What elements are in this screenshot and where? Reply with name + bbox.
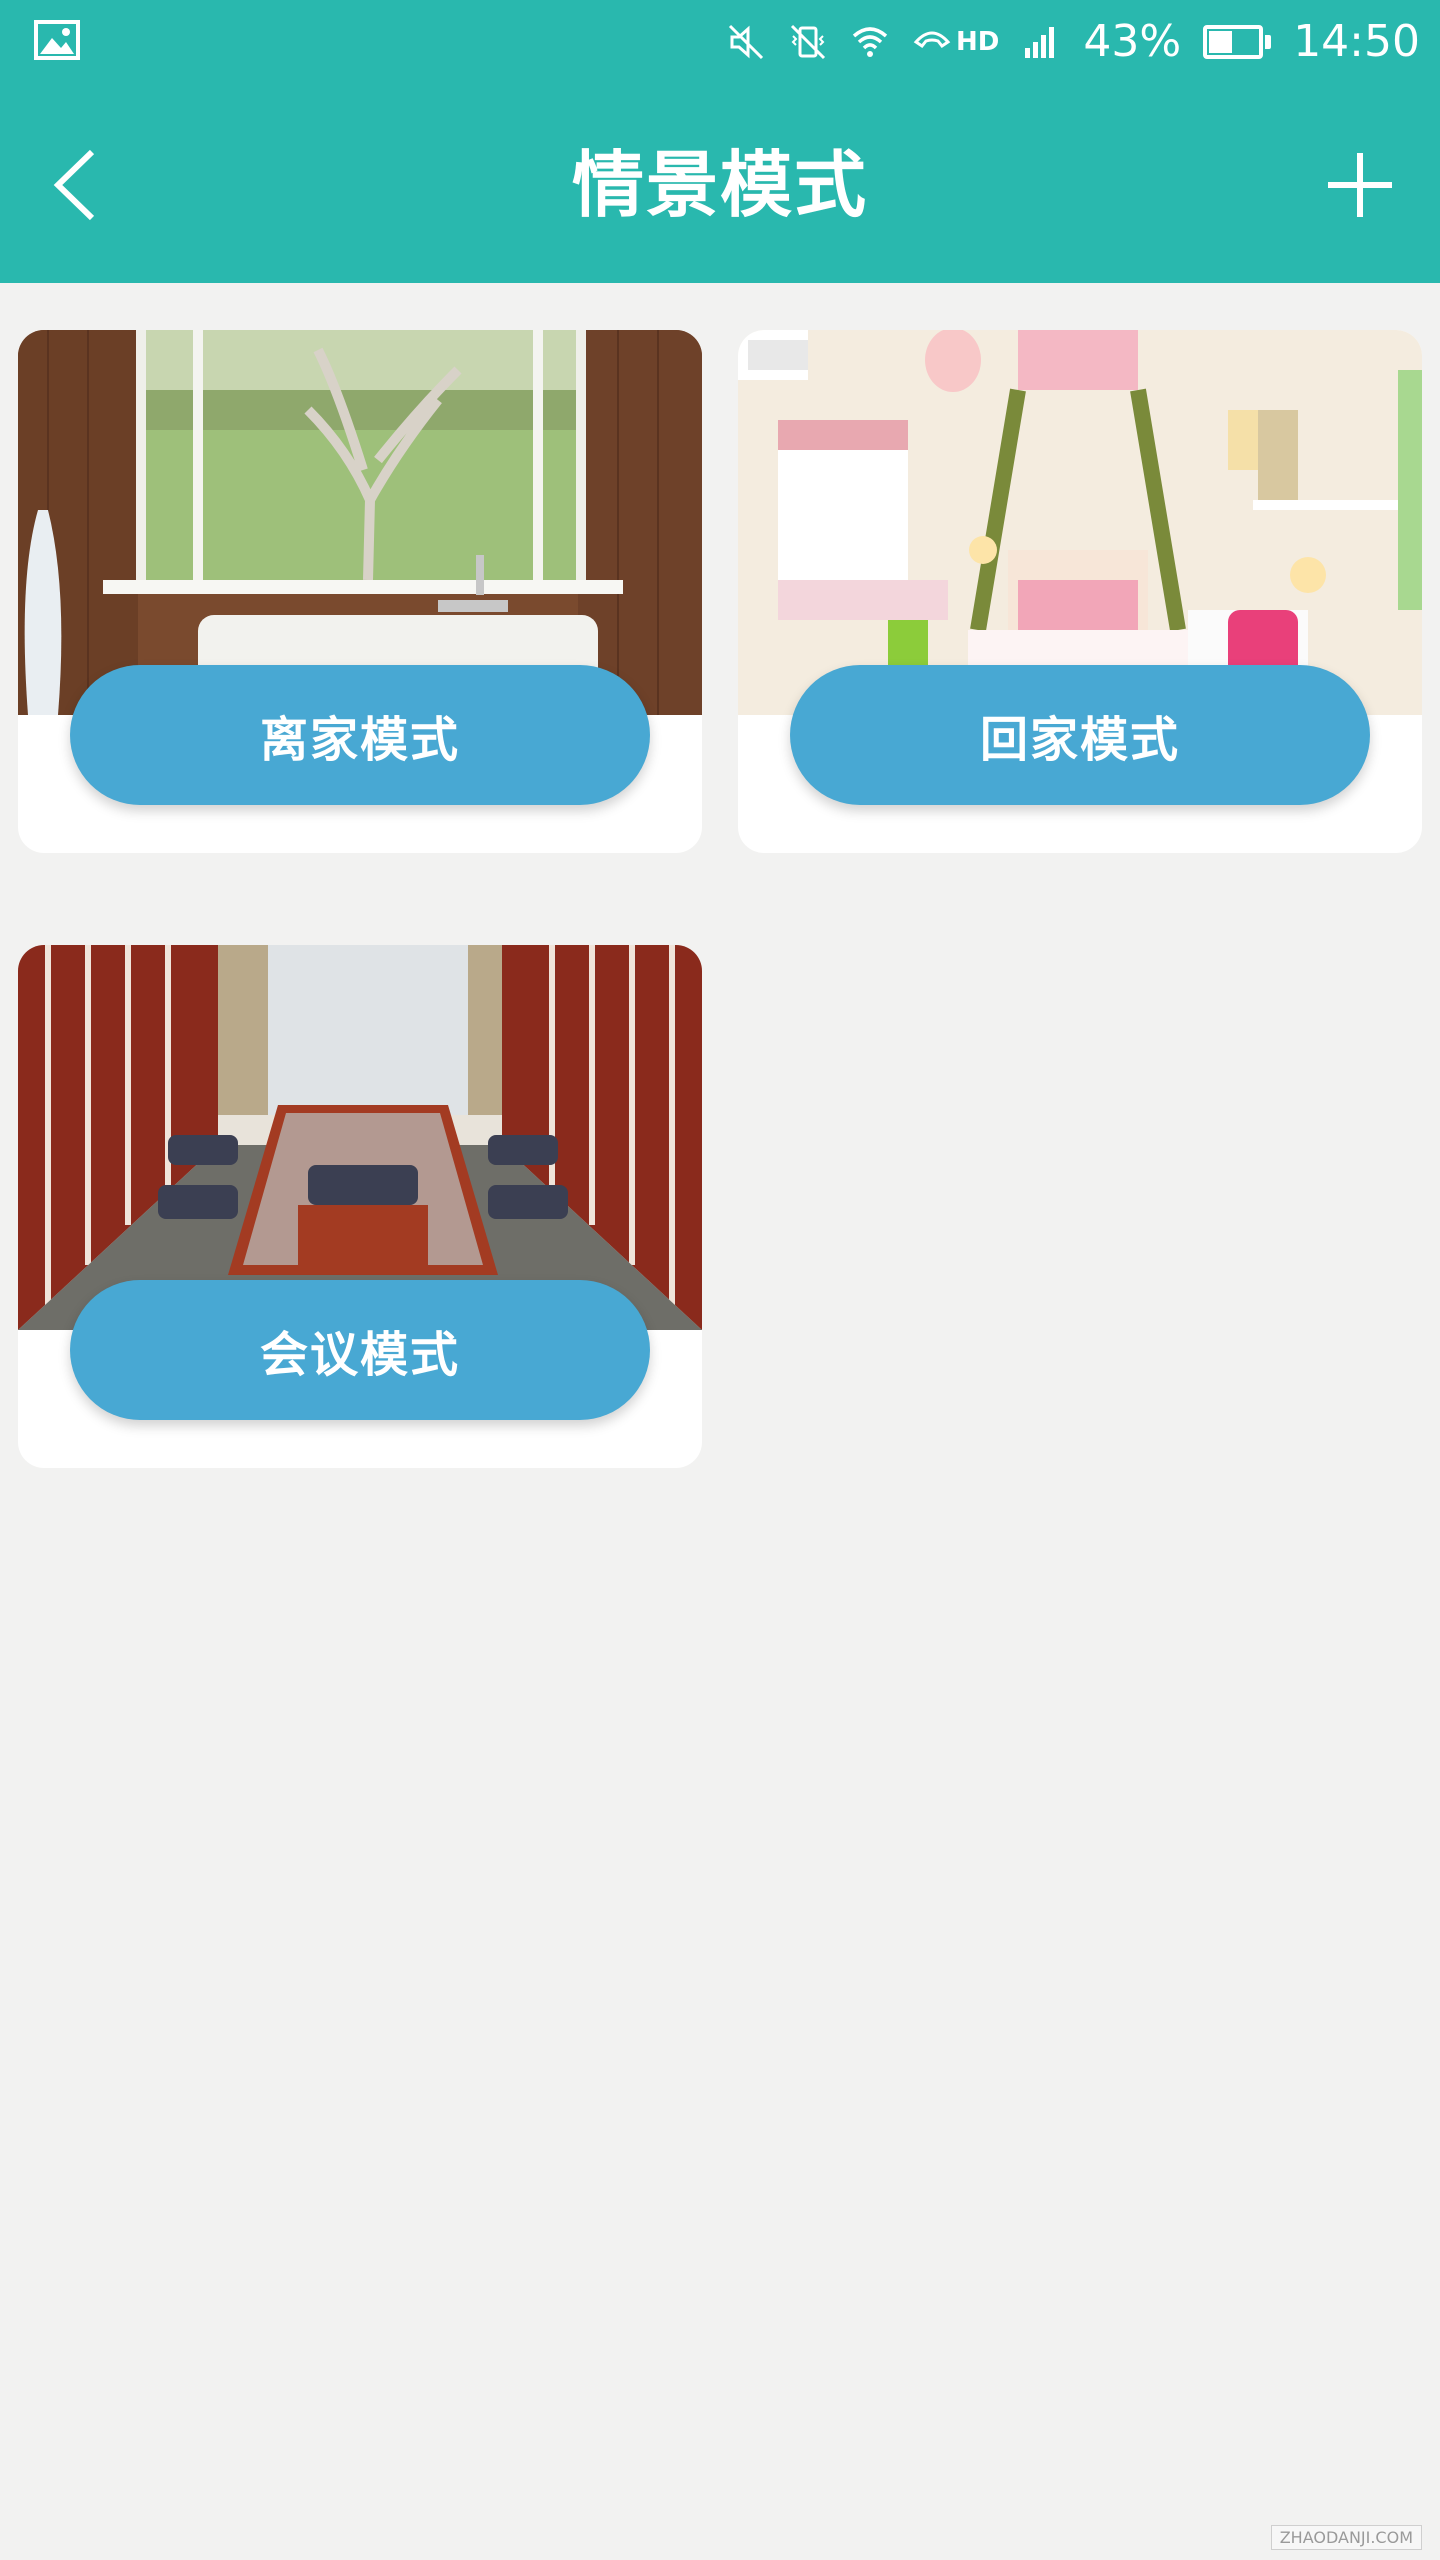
signal-icon xyxy=(1025,27,1055,58)
sink-window-photo xyxy=(18,330,702,715)
mode-card-meeting[interactable]: 会议模式 xyxy=(18,945,702,1468)
watermark: ZHAODANJI.COM xyxy=(1270,2525,1422,2550)
mode-button-away[interactable]: 离家模式 xyxy=(70,665,650,805)
vibrate-off-icon xyxy=(790,24,826,60)
mute-icon xyxy=(728,24,764,60)
mode-card-away[interactable]: 离家模式 xyxy=(18,330,702,853)
status-bar: HD 43% 14:50 xyxy=(0,0,1440,84)
battery-percent: 43% xyxy=(1083,16,1182,67)
add-button[interactable] xyxy=(1320,145,1400,225)
hd-label: HD xyxy=(956,27,1000,57)
mode-button-meeting[interactable]: 会议模式 xyxy=(70,1280,650,1420)
mode-card-home[interactable]: 回家模式 xyxy=(738,330,1422,853)
wifi-icon xyxy=(852,27,888,57)
mode-button-home[interactable]: 回家模式 xyxy=(790,665,1370,805)
gallery-icon xyxy=(34,20,80,60)
hd-call-icon: HD xyxy=(912,0,999,84)
page-title: 情景模式 xyxy=(571,143,868,227)
phone-icon xyxy=(913,31,951,49)
status-icons: HD 43% 14:50 xyxy=(726,0,1420,84)
status-time: 14:50 xyxy=(1293,16,1420,67)
meeting-room-photo xyxy=(18,945,702,1330)
battery-icon xyxy=(1203,25,1272,59)
app-bar: HD 43% 14:50 情景模式 xyxy=(0,0,1440,283)
plus-icon xyxy=(1328,153,1392,217)
bedroom-photo xyxy=(738,330,1422,715)
